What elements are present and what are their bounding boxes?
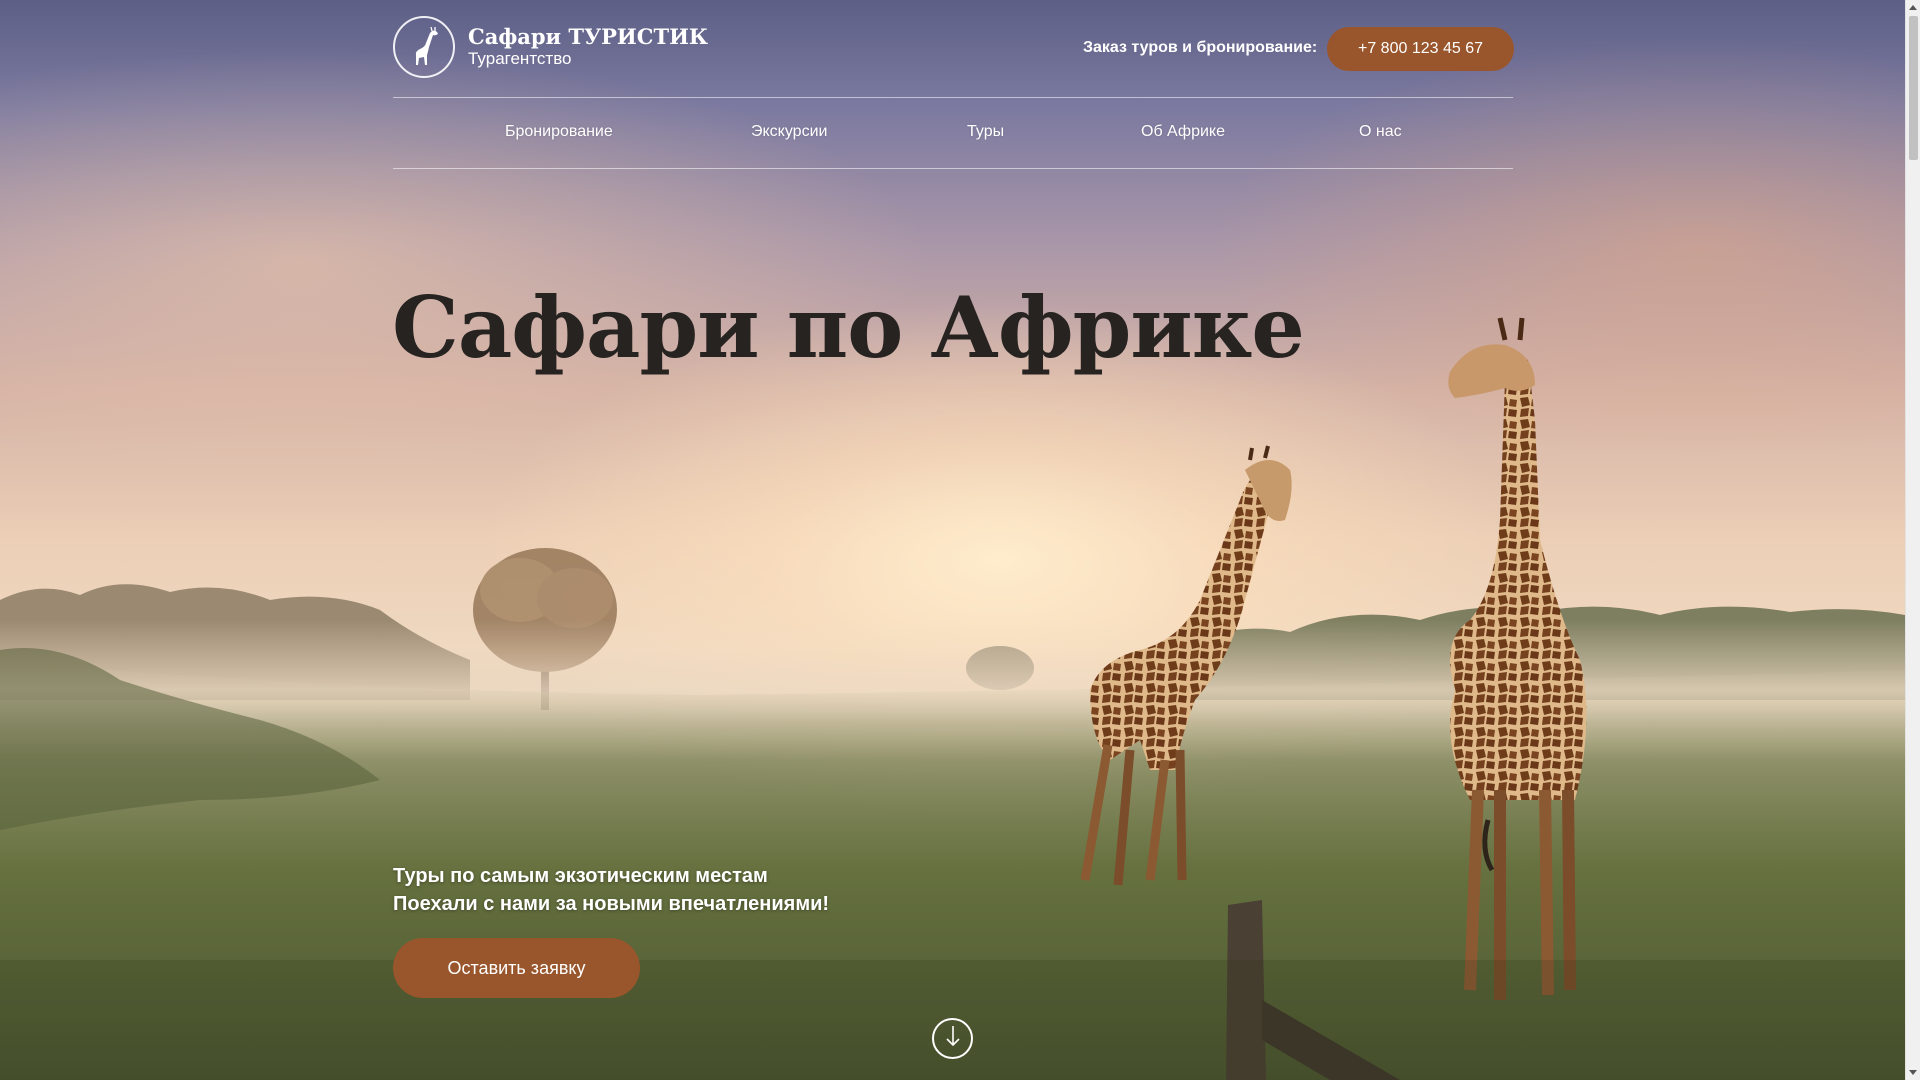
scroll-down-button[interactable] <box>932 1018 973 1059</box>
hero-tagline: Туры по самым экзотическим местам Поехал… <box>393 862 829 918</box>
arrow-down-icon <box>944 1024 962 1053</box>
nav-item-tours[interactable]: Туры <box>967 123 1004 141</box>
contact-label: Заказ туров и бронирование: <box>1083 39 1318 56</box>
logo-link[interactable]: Сафари ТУРИСТИК Турагентство <box>393 16 708 78</box>
logo-title: Сафари ТУРИСТИК <box>468 24 709 50</box>
tagline-line-2: Поехали с нами за новыми впечатлениями! <box>393 893 830 915</box>
nav-item-excursions[interactable]: Экскурсии <box>751 123 827 141</box>
scroll-up-arrow-icon[interactable] <box>1909 5 1917 10</box>
nav-item-about-africa[interactable]: Об Африке <box>1141 123 1225 141</box>
scrollbar-thumb[interactable] <box>1909 16 1918 160</box>
request-button[interactable]: Оставить заявку <box>393 938 640 998</box>
giraffe-icon <box>393 16 455 78</box>
scroll-down-arrow-icon[interactable] <box>1909 1070 1917 1075</box>
main-nav: Бронирование Экскурсии Туры Об Африке О … <box>393 97 1513 169</box>
nav-item-about-us[interactable]: О нас <box>1359 123 1402 141</box>
page-scrollbar[interactable] <box>1905 0 1920 1080</box>
tagline-line-1: Туры по самым экзотическим местам <box>393 865 768 887</box>
hero-title: Сафари по Африке <box>392 278 1305 377</box>
logo-subtitle: Турагентство <box>468 49 572 69</box>
nav-item-booking[interactable]: Бронирование <box>505 123 613 141</box>
site-header: Сафари ТУРИСТИК Турагентство Заказ туров… <box>393 14 1514 84</box>
phone-button[interactable]: +7 800 123 45 67 <box>1327 27 1514 71</box>
